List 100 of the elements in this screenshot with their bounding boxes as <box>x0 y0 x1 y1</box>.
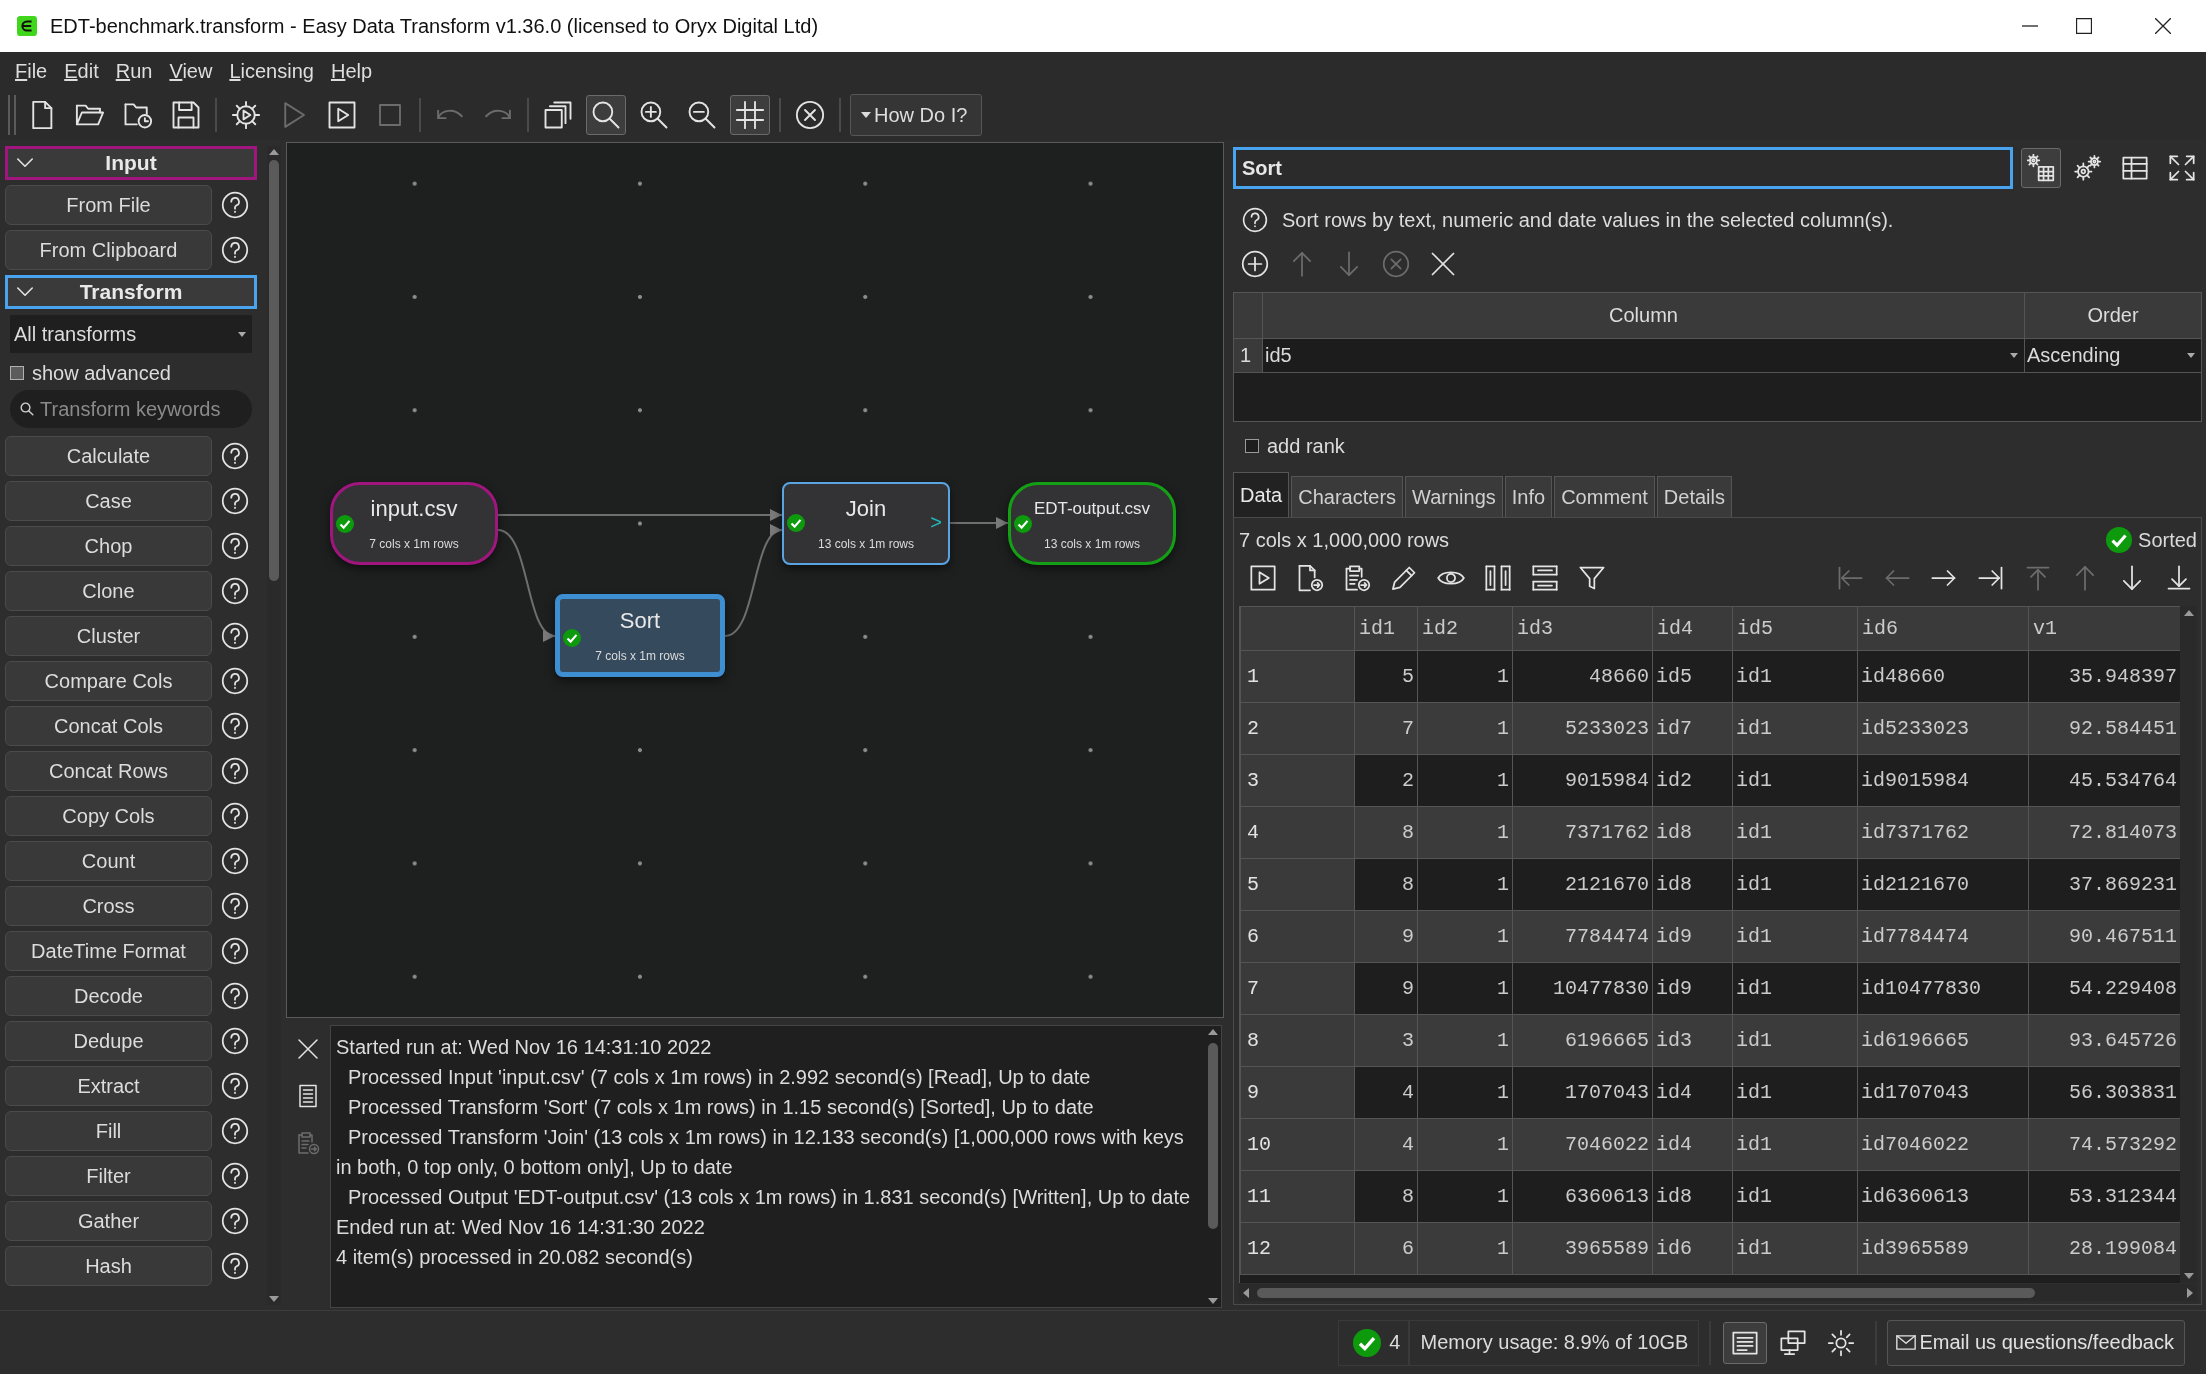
chevron-down-icon[interactable] <box>17 287 33 297</box>
column-header[interactable]: id1 <box>1354 606 1418 651</box>
column-header[interactable]: id6 <box>1857 606 2029 651</box>
help-icon[interactable] <box>1242 207 1268 233</box>
scroll-right-icon[interactable] <box>2187 1287 2193 1298</box>
column-header[interactable]: v1 <box>2028 606 2180 651</box>
diagram-node[interactable]: EDT-output.csv 13 cols x 1m rows <box>1008 482 1176 565</box>
help-icon[interactable] <box>221 442 249 470</box>
sidebar-button[interactable]: Copy Cols <box>5 796 212 836</box>
gears-icon[interactable] <box>2074 154 2103 182</box>
sidebar-button[interactable]: Concat Cols <box>5 706 212 746</box>
column-header[interactable]: Order <box>2025 293 2201 338</box>
help-icon[interactable] <box>221 937 249 965</box>
column-header[interactable]: Column <box>1263 293 2025 338</box>
sidebar-button[interactable]: Gather <box>5 1201 212 1241</box>
section-header[interactable]: Transform <box>5 275 257 309</box>
help-icon[interactable] <box>221 847 249 875</box>
monitors-icon[interactable] <box>1779 1328 1808 1357</box>
help-icon[interactable] <box>221 1117 249 1145</box>
help-icon[interactable] <box>221 236 249 264</box>
sidebar-button[interactable]: Chop <box>5 526 212 566</box>
scroll-up-icon[interactable] <box>269 149 279 155</box>
gear-table-button[interactable] <box>2021 148 2062 188</box>
checkbox[interactable] <box>10 366 24 380</box>
sidebar-button[interactable]: Clone <box>5 571 212 611</box>
tab[interactable]: Data <box>1233 472 1290 517</box>
column-header[interactable]: id5 <box>1732 606 1858 651</box>
help-icon[interactable] <box>221 487 249 515</box>
sidebar-button[interactable]: Cross <box>5 886 212 926</box>
column-header[interactable]: id2 <box>1417 606 1513 651</box>
sidebar-button[interactable]: Extract <box>5 1066 212 1106</box>
help-icon[interactable] <box>221 802 249 830</box>
sidebar-button[interactable]: DateTime Format <box>5 931 212 971</box>
help-icon[interactable] <box>221 892 249 920</box>
scroll-up-icon[interactable] <box>1208 1029 1218 1035</box>
diagram-node[interactable]: Sort 7 cols x 1m rows <box>555 594 725 677</box>
help-icon[interactable] <box>221 712 249 740</box>
sidebar-button[interactable]: Hash <box>5 1246 212 1286</box>
dropdown-caret-icon[interactable] <box>2187 353 2195 358</box>
how-do-i-button[interactable]: How Do I? <box>850 94 983 136</box>
sidebar-button[interactable]: From Clipboard <box>5 230 212 270</box>
column-header[interactable]: id4 <box>1652 606 1733 651</box>
scroll-down-icon[interactable] <box>2183 1273 2194 1279</box>
menu-item[interactable]: Help <box>330 59 373 83</box>
tab[interactable]: Details <box>1656 476 1732 517</box>
section-header[interactable]: Input <box>5 146 257 180</box>
scroll-up-icon[interactable] <box>2183 610 2194 616</box>
name-field[interactable]: Sort <box>1233 147 2014 189</box>
sidebar-button[interactable]: Dedupe <box>5 1021 212 1061</box>
checkbox[interactable] <box>1245 439 1259 453</box>
diagram-node[interactable]: Join 13 cols x 1m rows > <box>782 482 950 565</box>
tab[interactable]: Comment <box>1554 476 1655 517</box>
menu-item[interactable]: File <box>15 59 48 83</box>
table-icon[interactable] <box>2121 154 2150 182</box>
scroll-down-icon[interactable] <box>269 1296 279 1302</box>
tab[interactable]: Info <box>1504 476 1553 517</box>
sidebar-button[interactable]: Concat Rows <box>5 751 212 791</box>
close-icon[interactable] <box>2155 18 2171 34</box>
envelope-icon[interactable] <box>1896 1335 1917 1350</box>
sidebar-button[interactable]: Count <box>5 841 212 881</box>
sidebar-button[interactable]: Compare Cols <box>5 661 212 701</box>
node-marker[interactable]: > <box>930 510 942 534</box>
scroll-down-icon[interactable] <box>1208 1298 1218 1304</box>
help-icon[interactable] <box>221 1162 249 1190</box>
column-dropdown[interactable]: id5 <box>1263 339 2025 372</box>
dropdown-caret-icon[interactable] <box>238 331 246 337</box>
help-icon[interactable] <box>221 982 249 1010</box>
scroll-left-icon[interactable] <box>1243 1287 1249 1298</box>
toolbar-handle[interactable] <box>8 95 16 135</box>
category-dropdown[interactable]: All transforms <box>10 315 252 353</box>
menu-item[interactable]: Run <box>115 59 153 83</box>
chevron-down-icon[interactable] <box>17 158 33 168</box>
menu-item[interactable]: Licensing <box>229 59 314 83</box>
caret-icon[interactable] <box>861 112 871 118</box>
search-field[interactable]: Transform keywords <box>10 390 252 428</box>
help-icon[interactable] <box>221 1072 249 1100</box>
menu-item[interactable]: View <box>169 59 213 83</box>
column-header[interactable]: id3 <box>1512 606 1653 651</box>
sidebar-button[interactable]: Calculate <box>5 436 212 476</box>
help-icon[interactable] <box>221 1207 249 1235</box>
dropdown-caret-icon[interactable] <box>2010 353 2018 358</box>
maximize-icon[interactable] <box>2076 18 2092 34</box>
help-icon[interactable] <box>221 1252 249 1280</box>
sidebar-button[interactable]: From File <box>5 185 212 225</box>
sidebar-button[interactable]: Filter <box>5 1156 212 1196</box>
help-icon[interactable] <box>221 622 249 650</box>
gear-table-icon[interactable] <box>2027 154 2056 182</box>
help-icon[interactable] <box>221 667 249 695</box>
tab[interactable]: Warnings <box>1405 476 1503 517</box>
help-icon[interactable] <box>221 191 249 219</box>
help-icon[interactable] <box>221 577 249 605</box>
sun-icon[interactable] <box>1827 1328 1856 1357</box>
tab[interactable]: Characters <box>1291 476 1404 517</box>
document-lines-button[interactable] <box>1723 1321 1768 1364</box>
sidebar-button[interactable]: Cluster <box>5 616 212 656</box>
scrollbar-thumb[interactable] <box>269 160 279 581</box>
sidebar-button[interactable]: Decode <box>5 976 212 1016</box>
sidebar-button[interactable]: Fill <box>5 1111 212 1151</box>
diagram-node[interactable]: input.csv 7 cols x 1m rows <box>330 482 498 565</box>
help-icon[interactable] <box>221 532 249 560</box>
